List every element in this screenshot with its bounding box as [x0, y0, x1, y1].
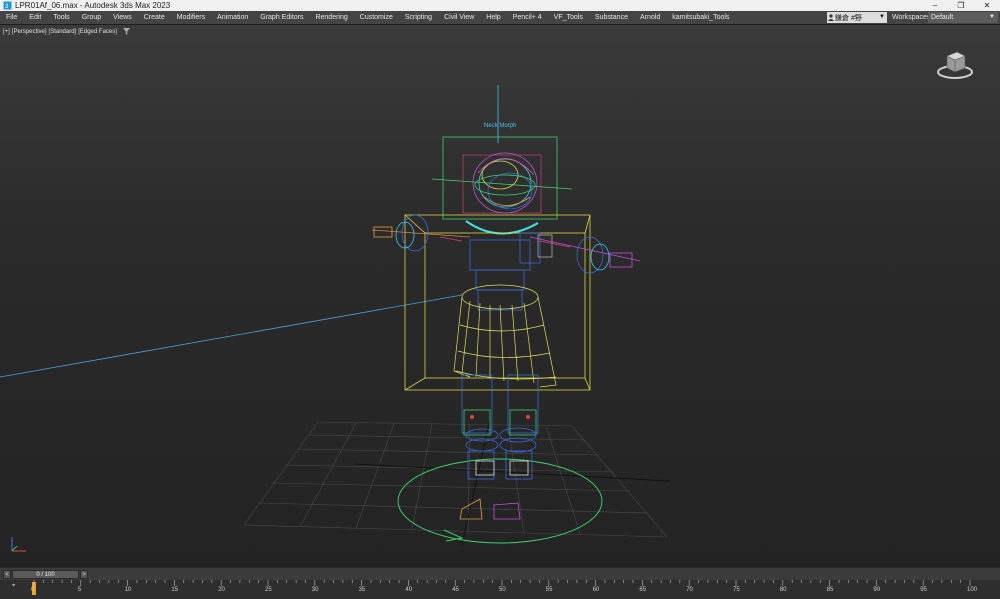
- track-tick-label: 25: [265, 587, 272, 593]
- home-grid: [243, 421, 668, 538]
- menu-pencil[interactable]: Pencil+ 4: [507, 11, 548, 24]
- track-tick-label: 0: [31, 587, 35, 593]
- perspective-viewport[interactable]: [+] [Perspective] [Standard] [Edged Face…: [0, 24, 1000, 567]
- menu-graph-editors[interactable]: Graph Editors: [254, 11, 309, 24]
- track-tick-label: 45: [452, 587, 459, 593]
- workspaces-label: Workspaces:: [892, 14, 933, 21]
- workspaces-dropdown[interactable]: Default ▼: [928, 12, 998, 23]
- next-frame-button[interactable]: >: [80, 570, 88, 579]
- track-tick-label: 70: [686, 587, 693, 593]
- menu-tools[interactable]: Tools: [47, 11, 75, 24]
- viewcube-icon[interactable]: [935, 42, 975, 82]
- track-tick-label: 30: [311, 587, 319, 593]
- scene-view: [0, 85, 671, 546]
- ik-line: [0, 294, 463, 378]
- track-tick-label: 65: [639, 587, 647, 593]
- time-slider-bar: < 0 / 100 >: [0, 567, 1000, 580]
- menu-group[interactable]: Group: [76, 11, 107, 24]
- track-tick-label: 90: [873, 587, 881, 593]
- user-account-dropdown[interactable]: 鎌倉 #野 ▼: [827, 12, 887, 23]
- minimize-button[interactable]: –: [922, 0, 948, 11]
- track-tick-label: 35: [358, 587, 366, 593]
- skirt-mesh: [453, 284, 557, 388]
- menu-rendering[interactable]: Rendering: [309, 11, 353, 24]
- menu-animation[interactable]: Animation: [211, 11, 254, 24]
- menu-scripting[interactable]: Scripting: [399, 11, 438, 24]
- trackbar-filter-icon[interactable]: ⌖: [12, 583, 15, 590]
- menu-help[interactable]: Help: [480, 11, 506, 24]
- track-tick-label: 40: [405, 587, 413, 593]
- track-tick-label: 95: [920, 587, 927, 593]
- menu-file[interactable]: File: [0, 11, 23, 24]
- menu-views[interactable]: Views: [107, 11, 138, 24]
- menu-edit[interactable]: Edit: [23, 11, 47, 24]
- track-tick-label: 75: [733, 587, 740, 593]
- close-button[interactable]: ✕: [974, 0, 1000, 11]
- menu-arnold[interactable]: Arnold: [634, 11, 666, 24]
- body-control-box: [404, 214, 591, 391]
- track-tick-label: 85: [826, 587, 834, 593]
- workspaces-value: Default: [931, 14, 954, 21]
- previous-frame-button[interactable]: <: [3, 570, 11, 579]
- arm-controllers: [371, 214, 641, 274]
- grid-axis-z: [461, 419, 491, 546]
- maximize-button[interactable]: ❐: [948, 0, 974, 11]
- axis-tripod-icon: [11, 537, 26, 552]
- menu-kamitsubaki-tools[interactable]: kamitsubaki_Tools: [666, 11, 735, 24]
- track-tick-label: 15: [171, 587, 179, 593]
- user-name: 鎌倉 #野: [835, 14, 862, 22]
- leg-bones: [459, 374, 539, 520]
- 3dsmax-app-icon: 3: [3, 1, 12, 10]
- menu-create[interactable]: Create: [138, 11, 171, 24]
- track-tick-label: 5: [77, 587, 82, 593]
- time-slider[interactable]: 0 / 100: [12, 570, 79, 579]
- track-tick-label: 20: [218, 587, 225, 593]
- track-tick-label: 10: [124, 587, 132, 593]
- track-bar[interactable]: 0 5 10 15 20 25 30 35 40 45 50 55 60 65 70 75 80 85 90 95 10…: [0, 580, 1000, 599]
- menu-civil-view[interactable]: Civil View: [438, 11, 480, 24]
- menu-customize[interactable]: Customize: [354, 11, 399, 24]
- grid-axis-x: [354, 463, 671, 482]
- neck-ring: [465, 220, 539, 235]
- torso-bones: [469, 232, 553, 311]
- chevron-down-icon: ▼: [989, 14, 995, 20]
- track-tick-label: 60: [592, 587, 600, 593]
- track-tick-label: 100: [967, 587, 978, 593]
- track-tick-label: 55: [545, 587, 553, 593]
- rig-label-neck-morph: Neck Morph: [484, 123, 517, 129]
- user-icon: [828, 14, 834, 21]
- menu-vf-tools[interactable]: VF_Tools: [548, 11, 589, 24]
- title-bar: 3 LPR01Af_06.max - Autodesk 3ds Max 2023…: [0, 0, 1000, 11]
- track-tick-label: 80: [779, 587, 787, 593]
- window-title: LPR01Af_06.max - Autodesk 3ds Max 2023: [15, 1, 171, 10]
- chevron-down-icon: ▼: [879, 14, 885, 20]
- menu-substance[interactable]: Substance: [589, 11, 634, 24]
- track-tick-label: 50: [499, 587, 506, 593]
- menu-modifiers[interactable]: Modifiers: [171, 11, 211, 24]
